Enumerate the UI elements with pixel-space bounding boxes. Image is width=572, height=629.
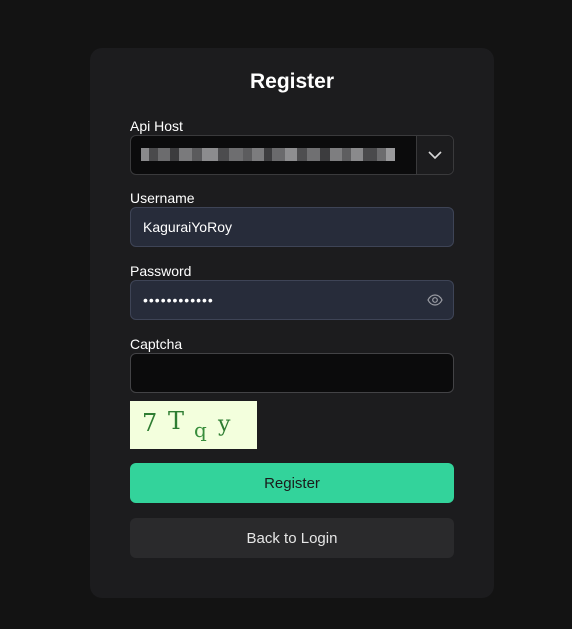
username-label: Username	[130, 190, 195, 206]
svg-text:y: y	[217, 412, 231, 437]
svg-text:T: T	[168, 407, 184, 435]
page-title: Register	[249, 70, 335, 93]
back-to-login-button[interactable]: Back to Login	[130, 518, 454, 558]
api-host-select[interactable]	[130, 135, 454, 175]
svg-text:q: q	[194, 418, 207, 442]
password-input[interactable]	[131, 292, 453, 308]
captcha-input[interactable]	[131, 365, 453, 381]
register-card: Register Api Host Username KaguraiYoRoy …	[90, 48, 494, 598]
eye-icon[interactable]	[427, 293, 443, 307]
password-label: Password	[130, 263, 192, 279]
api-host-value-redacted	[141, 148, 395, 161]
api-host-label: Api Host	[130, 118, 183, 134]
register-button[interactable]: Register	[130, 463, 454, 503]
api-host-dropdown-button[interactable]	[416, 136, 453, 174]
chevron-down-icon	[428, 151, 442, 160]
captcha-label: Captcha	[130, 336, 183, 352]
captcha-field[interactable]	[130, 353, 454, 393]
captcha-image[interactable]: 7 T q y	[130, 401, 257, 449]
username-input[interactable]	[131, 219, 453, 235]
password-field[interactable]	[130, 280, 454, 320]
captcha-glyphs: 7 T q y	[142, 407, 231, 442]
svg-text:7: 7	[142, 409, 157, 437]
username-field[interactable]	[130, 207, 454, 247]
